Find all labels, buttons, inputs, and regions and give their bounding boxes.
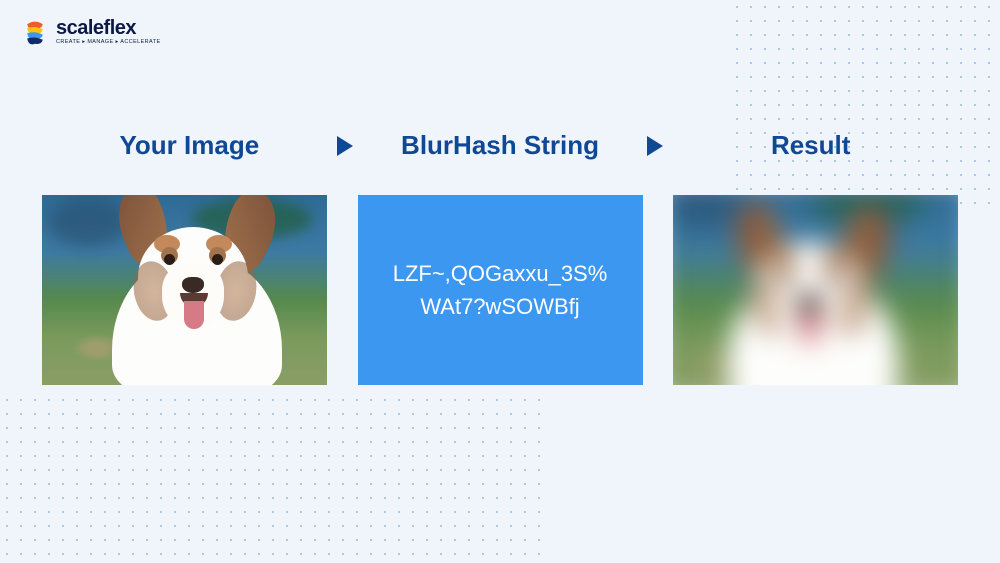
heading-hash: BlurHash String xyxy=(353,130,648,161)
decorative-dots-bottom-left xyxy=(0,393,540,563)
blurhash-line1: LZF~,QOGaxxu_3S% xyxy=(393,261,608,286)
brand-tagline: CREATE ▸ MANAGE ▸ ACCELERATE xyxy=(56,40,161,46)
blurhash-line2: WAt7?wSOWBfj xyxy=(420,294,579,319)
process-headings-row: Your Image BlurHash String Result xyxy=(42,130,958,161)
brand-logo: scaleflex CREATE ▸ MANAGE ▸ ACCELERATE xyxy=(22,18,161,46)
blurhash-string-panel: LZF~,QOGaxxu_3S% WAt7?wSOWBfj xyxy=(358,195,643,385)
decorative-dots-top-right xyxy=(730,0,1000,210)
blurhash-text: LZF~,QOGaxxu_3S% WAt7?wSOWBfj xyxy=(393,257,608,323)
result-image-panel xyxy=(673,195,958,385)
process-panels-row: LZF~,QOGaxxu_3S% WAt7?wSOWBfj xyxy=(42,195,958,385)
brand-name: scaleflex xyxy=(56,18,161,38)
brand-logo-text: scaleflex CREATE ▸ MANAGE ▸ ACCELERATE xyxy=(56,18,161,46)
arrow-right-icon xyxy=(337,136,353,156)
arrow-right-icon xyxy=(647,136,663,156)
heading-source: Your Image xyxy=(42,130,337,161)
source-image-panel xyxy=(42,195,327,385)
heading-result: Result xyxy=(663,130,958,161)
scaleflex-logo-icon xyxy=(22,19,48,45)
